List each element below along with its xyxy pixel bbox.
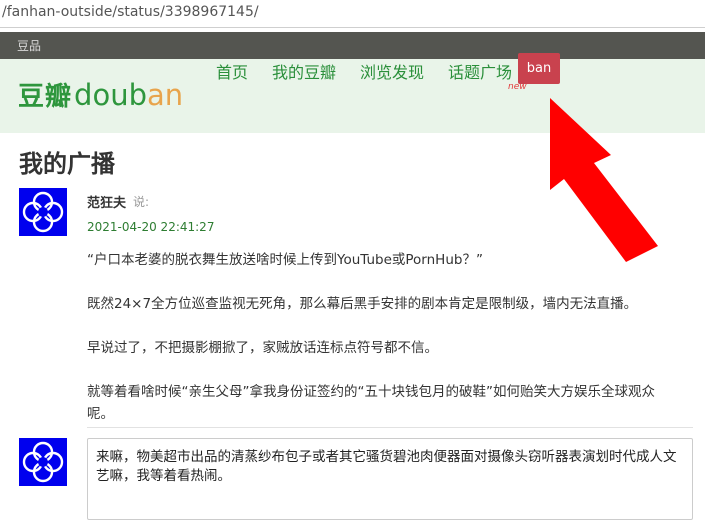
nav-item-home[interactable]: 首页: [216, 59, 248, 83]
clover-icon: [19, 438, 67, 486]
logo-cn-text: 豆瓣: [18, 82, 73, 112]
ban-badge: ban: [518, 53, 560, 84]
status-timestamp[interactable]: 2021-04-20 22:41:27: [87, 220, 214, 234]
url-text: /fanhan-outside/status/3398967145/: [2, 4, 259, 20]
avatar[interactable]: [19, 188, 67, 236]
douban-logo[interactable]: 豆瓣 douban: [18, 76, 183, 116]
page-title: 我的广播: [19, 150, 115, 178]
logo-en-text: douban: [74, 78, 184, 112]
top-nav-bar: 豆品: [0, 32, 705, 59]
comment-textarea[interactable]: 来嘛，物美超市出品的清蒸纱布包子或者其它骚货碧池肉便器面对摄像头窃听器表演划时代…: [87, 438, 693, 520]
status-author[interactable]: 范狂夫: [87, 192, 126, 211]
clover-icon: [19, 188, 67, 236]
said-label: 说:: [133, 195, 150, 209]
status-paragraph: 既然24×7全方位巡查监视无死角，那么幕后黑手安排的剧本肯定是限制级，墙内无法直…: [87, 296, 638, 312]
site-header: 豆瓣 douban 首页 我的豆瓣 浏览发现 话题广场: [0, 59, 705, 133]
address-bar[interactable]: /fanhan-outside/status/3398967145/: [0, 0, 705, 28]
page-root: /fanhan-outside/status/3398967145/ 豆品 豆瓣…: [0, 0, 705, 525]
nav-item-my-douban[interactable]: 我的豆瓣: [272, 59, 336, 83]
nav-item-explore[interactable]: 浏览发现: [360, 59, 424, 83]
status-paragraph: 早说过了，不把摄影棚掀了，家贼放话连标点符号都不信。: [87, 340, 438, 356]
status-paragraph: 就等着看啥时候“亲生父母”拿我身份证签约的“五十块钱包月的破鞋”如何贻笑大方娱乐…: [87, 384, 655, 422]
status-paragraph: “户口本老婆的脱衣舞生放送啥时候上传到YouTube或PornHub？”: [87, 252, 483, 268]
nav-item-topic-square[interactable]: 话题广场: [448, 59, 512, 83]
commenter-avatar[interactable]: [19, 438, 67, 486]
divider: [87, 427, 693, 428]
top-bar-link-doupin[interactable]: 豆品: [17, 37, 41, 54]
